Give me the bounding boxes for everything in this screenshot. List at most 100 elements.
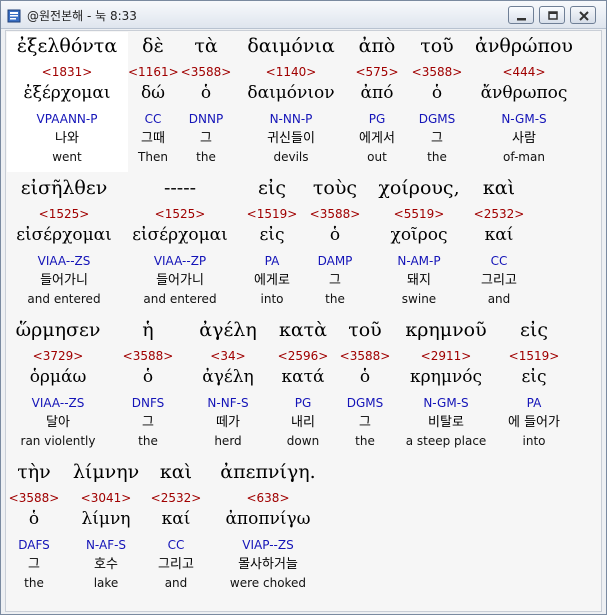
parsing-code: N-AF-S	[85, 538, 127, 552]
strong-number[interactable]: <2532>	[146, 491, 206, 505]
parsing-code: VIAA--ZP	[153, 254, 207, 268]
lemma: δώ	[140, 83, 166, 103]
korean-gloss: 그	[142, 415, 154, 430]
parsing-code: VIAA--ZS	[37, 254, 91, 268]
english-gloss: the	[427, 150, 447, 164]
strong-number[interactable]: <1525>	[122, 207, 238, 221]
parsing-code: VIAA--ZS	[31, 396, 85, 410]
strong-number[interactable]: <575>	[348, 65, 406, 79]
lemma: ἀποπνίγω	[225, 509, 311, 529]
lemma: εἰσέρχομαι	[16, 225, 112, 245]
lemma: ὁ	[28, 509, 40, 529]
strong-number[interactable]: <2911>	[394, 349, 498, 363]
restore-icon	[548, 11, 558, 20]
lemma: ἀπό	[360, 83, 394, 103]
strong-number[interactable]: <444>	[468, 65, 580, 79]
strong-number[interactable]: <3729>	[6, 349, 110, 363]
close-icon	[579, 11, 589, 21]
parsing-code: DAMP	[317, 254, 353, 268]
greek-word: τοῦ	[420, 35, 454, 57]
lemma: καί	[161, 509, 191, 529]
parsing-code: VPAANN-P	[36, 112, 98, 126]
parsing-code: CC	[490, 254, 508, 268]
english-gloss: the	[355, 434, 375, 448]
parsing-code: N-NN-P	[269, 112, 313, 126]
greek-word: ἀπὸ	[358, 35, 396, 57]
korean-gloss: 나와	[55, 131, 79, 146]
english-gloss: and	[164, 576, 188, 590]
lemma: ἀγέλη	[202, 367, 254, 387]
greek-word: δὲ	[142, 35, 164, 57]
greek-word: δαιμόνια	[247, 35, 335, 57]
strong-number[interactable]: <3588>	[6, 491, 62, 505]
maximize-button[interactable]	[539, 6, 565, 24]
greek-word: ἡ	[142, 319, 154, 341]
lemma: ἄνθρωπος	[480, 83, 568, 103]
strong-number[interactable]: <1519>	[494, 349, 574, 363]
english-gloss: devils	[273, 150, 309, 164]
app-window: @원전본해 - 눅 8:33 ἐξελθόντα <1831> ἐξέρχομα…	[0, 0, 607, 615]
korean-gloss: 그때	[141, 131, 165, 146]
close-button[interactable]	[570, 6, 596, 24]
strong-number[interactable]: <3588>	[406, 65, 468, 79]
greek-word: τοὺς	[312, 177, 358, 199]
lemma: ὁ	[329, 225, 341, 245]
korean-gloss: 달아	[46, 415, 70, 430]
greek-word: καὶ	[159, 461, 193, 483]
strong-number[interactable]: <1519>	[238, 207, 306, 221]
strong-number[interactable]: <1161>	[128, 65, 179, 79]
greek-word: εἰσῆλθεν	[20, 177, 108, 199]
strong-number[interactable]: <3588>	[336, 349, 394, 363]
strong-number[interactable]: <3041>	[62, 491, 150, 505]
interlinear-panel[interactable]: ἐξελθόντα <1831> ἐξέρχομαι VPAANN-P 나와 w…	[5, 30, 602, 612]
strong-number[interactable]: <2532>	[468, 207, 530, 221]
lemma: χοῖρος	[390, 225, 448, 245]
strong-number[interactable]: <3588>	[178, 65, 234, 79]
minimize-icon	[517, 18, 526, 21]
english-gloss: into	[522, 434, 546, 448]
korean-gloss: 그	[431, 131, 443, 146]
parsing-code: DNFS	[131, 396, 165, 410]
greek-word: καὶ	[482, 177, 516, 199]
strong-number[interactable]: <2596>	[270, 349, 336, 363]
greek-word: -----	[163, 177, 197, 199]
lemma: ὁ	[142, 367, 154, 387]
parsing-code: N-GM-S	[501, 112, 547, 126]
english-gloss: ran violently	[20, 434, 96, 448]
title-bar[interactable]: @원전본해 - 눅 8:33	[1, 1, 606, 29]
lemma: κρημνός	[410, 367, 482, 387]
strong-number[interactable]: <34>	[186, 349, 270, 363]
parsing-code: DGMS	[418, 112, 456, 126]
parsing-code: PA	[526, 396, 542, 410]
english-gloss: Then	[138, 150, 168, 164]
english-gloss: the	[325, 292, 345, 306]
english-gloss: the	[138, 434, 158, 448]
lemma: ἐξέρχομαι	[23, 83, 111, 103]
english-gloss: and	[487, 292, 511, 306]
korean-gloss: 비탈로	[428, 415, 464, 430]
strong-number[interactable]: <1140>	[234, 65, 348, 79]
strong-number[interactable]: <1525>	[6, 207, 122, 221]
minimize-button[interactable]	[508, 6, 534, 24]
strong-number[interactable]: <1831>	[6, 65, 128, 79]
lemma: λίμνη	[81, 509, 131, 529]
english-gloss: were choked	[229, 576, 307, 590]
korean-gloss: 그리고	[481, 273, 517, 288]
parsing-code: PG	[368, 112, 386, 126]
greek-word: ἐξελθόντα	[16, 35, 118, 57]
korean-gloss: 에 들어가	[508, 415, 560, 430]
strong-number[interactable]: <5519>	[364, 207, 474, 221]
parsing-code: DAFS	[18, 538, 50, 552]
strong-number[interactable]: <3588>	[110, 349, 186, 363]
greek-word: ὥρμησεν	[15, 319, 101, 341]
parsing-code: DNNP	[188, 112, 224, 126]
lemma: εἰς	[259, 225, 285, 245]
korean-gloss: 귀신들이	[267, 131, 315, 146]
english-gloss: the	[196, 150, 216, 164]
korean-gloss: 에게서	[359, 131, 395, 146]
korean-gloss: 에게로	[254, 273, 290, 288]
strong-number[interactable]: <3588>	[306, 207, 364, 221]
strong-number[interactable]: <638>	[206, 491, 330, 505]
greek-word: ἀπεπνίγη.	[220, 461, 316, 483]
korean-gloss: 사람	[512, 131, 536, 146]
